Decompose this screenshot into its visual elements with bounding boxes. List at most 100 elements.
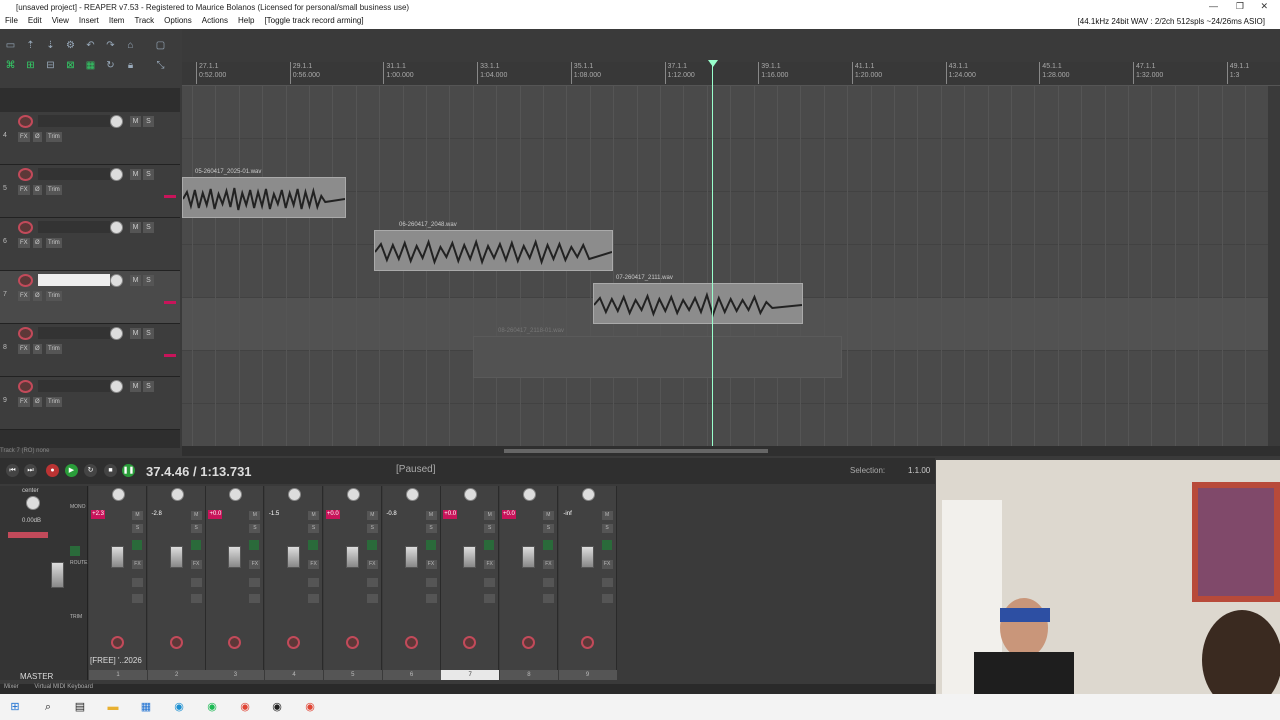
loop-icon[interactable]: ↻: [104, 59, 117, 72]
tab-mixer[interactable]: Mixer: [4, 684, 19, 690]
stop-button[interactable]: ■: [104, 464, 117, 477]
trim-button[interactable]: Trim: [46, 185, 62, 195]
undo-icon[interactable]: ↶: [84, 39, 97, 52]
record-arm-button[interactable]: [228, 636, 242, 649]
fx-button[interactable]: FX: [249, 560, 261, 569]
chrome-icon[interactable]: ◉: [238, 700, 252, 714]
menu-item-insert[interactable]: Insert: [74, 15, 104, 26]
phase-button[interactable]: Ø: [33, 291, 42, 301]
scrollbar-thumb[interactable]: [504, 449, 768, 453]
track-header[interactable]: 4 M S FX Ø Trim: [0, 112, 180, 165]
solo-button[interactable]: S: [143, 275, 154, 286]
snap-icon[interactable]: ⊟: [44, 59, 57, 72]
phase-button[interactable]: [249, 594, 261, 603]
fx-button[interactable]: FX: [18, 238, 30, 248]
spotify-icon[interactable]: ◉: [205, 700, 219, 714]
track-name-field[interactable]: [38, 274, 110, 286]
record-arm-button[interactable]: [18, 115, 33, 128]
volume-fader[interactable]: [404, 546, 418, 568]
track-name-field[interactable]: [38, 168, 110, 180]
fx-button[interactable]: FX: [132, 560, 143, 569]
mute-button[interactable]: M: [542, 511, 554, 520]
mute-button[interactable]: M: [190, 511, 202, 520]
mute-button[interactable]: M: [308, 511, 320, 520]
volume-knob[interactable]: [110, 168, 123, 181]
strip-number[interactable]: 4: [265, 670, 324, 680]
fx-button[interactable]: FX: [366, 560, 378, 569]
media-item-muted[interactable]: 08-260417_2118-01.wav: [473, 328, 842, 378]
play-button[interactable]: ▶: [65, 464, 78, 477]
mute-button[interactable]: M: [425, 511, 437, 520]
volume-fader[interactable]: [169, 546, 183, 568]
phase-button[interactable]: Ø: [33, 397, 42, 407]
go-to-end-icon[interactable]: ⏭: [24, 464, 37, 477]
solo-button[interactable]: S: [143, 381, 154, 392]
menu-item-actions[interactable]: Actions: [197, 15, 233, 26]
mixer-strip[interactable]: +0.0 M S FX 3: [206, 486, 265, 680]
master-route-button[interactable]: ROUTE: [70, 560, 88, 566]
ripple-edit-icon[interactable]: ⌘: [4, 59, 17, 72]
reaper-icon[interactable]: ◉: [270, 700, 284, 714]
timeline-ruler[interactable]: 27.1.1 0:52.000 29.1.1 0:56.000 31.1.1 1:00.0…: [182, 62, 1280, 86]
fx-button[interactable]: FX: [18, 132, 30, 142]
solo-button[interactable]: S: [132, 524, 143, 533]
volume-fader[interactable]: [228, 546, 242, 568]
mute-button[interactable]: M: [130, 328, 141, 339]
solo-button[interactable]: S: [143, 222, 154, 233]
solo-button[interactable]: S: [143, 116, 154, 127]
phase-button[interactable]: Ø: [33, 185, 42, 195]
fx-button[interactable]: FX: [18, 344, 30, 354]
record-arm-button[interactable]: [404, 636, 418, 649]
record-arm-button[interactable]: [18, 327, 33, 340]
file-explorer-icon[interactable]: ▬: [106, 700, 120, 714]
record-arm-button[interactable]: [287, 636, 301, 649]
record-arm-button[interactable]: [18, 274, 33, 287]
search-icon[interactable]: ⌕: [41, 700, 55, 714]
fx-button[interactable]: FX: [542, 560, 554, 569]
mixer-strip[interactable]: +0.0 M S FX 7: [441, 486, 500, 680]
track-name-field[interactable]: [38, 115, 110, 127]
solo-button[interactable]: S: [190, 524, 202, 533]
volume-knob[interactable]: [110, 327, 123, 340]
mute-button[interactable]: M: [366, 511, 378, 520]
route-button[interactable]: [425, 578, 437, 587]
pan-knob[interactable]: [229, 488, 243, 501]
fx-button[interactable]: FX: [601, 560, 613, 569]
pan-knob[interactable]: [405, 488, 419, 501]
pan-knob[interactable]: [522, 488, 536, 501]
route-button[interactable]: [190, 578, 202, 587]
solo-button[interactable]: S: [308, 524, 320, 533]
volume-fader[interactable]: [521, 546, 535, 568]
menu-item-help[interactable]: Help: [233, 15, 259, 26]
trim-button[interactable]: Trim: [46, 397, 62, 407]
mixer-strip[interactable]: +0.0 M S FX 5: [323, 486, 382, 680]
media-item[interactable]: 05-260417_2025-01.wav: [182, 169, 346, 218]
mixer-strip[interactable]: -1.5 M S FX 4: [265, 486, 324, 680]
media-item[interactable]: 07-260417_2111.wav: [593, 275, 803, 324]
solo-button[interactable]: S: [143, 328, 154, 339]
mute-button[interactable]: M: [130, 222, 141, 233]
strip-number[interactable]: 6: [382, 670, 441, 680]
fx-button[interactable]: FX: [18, 185, 30, 195]
phase-button[interactable]: [308, 594, 320, 603]
menu-item-options[interactable]: Options: [159, 15, 197, 26]
pan-knob[interactable]: [288, 488, 302, 501]
media-item[interactable]: 06-260417_2048.wav: [374, 222, 613, 271]
solo-button[interactable]: S: [366, 524, 378, 533]
store-icon[interactable]: ▦: [139, 700, 153, 714]
track-header[interactable]: 7 M S FX Ø Trim: [0, 271, 180, 324]
trim-button[interactable]: Trim: [46, 344, 62, 354]
chrome-alt-icon[interactable]: ◉: [303, 700, 317, 714]
strip-number[interactable]: 7: [441, 670, 500, 680]
pause-button[interactable]: ❚❚: [122, 464, 135, 477]
restore-button[interactable]: ❐: [1236, 1, 1244, 12]
selection-value[interactable]: 1.1.00: [908, 466, 930, 475]
pan-knob[interactable]: [464, 488, 478, 501]
phase-button[interactable]: Ø: [33, 344, 42, 354]
mute-button[interactable]: M: [132, 511, 143, 520]
volume-fader[interactable]: [287, 546, 301, 568]
master-fader[interactable]: [51, 562, 64, 588]
mute-button[interactable]: M: [601, 511, 613, 520]
phase-button[interactable]: Ø: [33, 238, 42, 248]
phase-button[interactable]: [425, 594, 437, 603]
